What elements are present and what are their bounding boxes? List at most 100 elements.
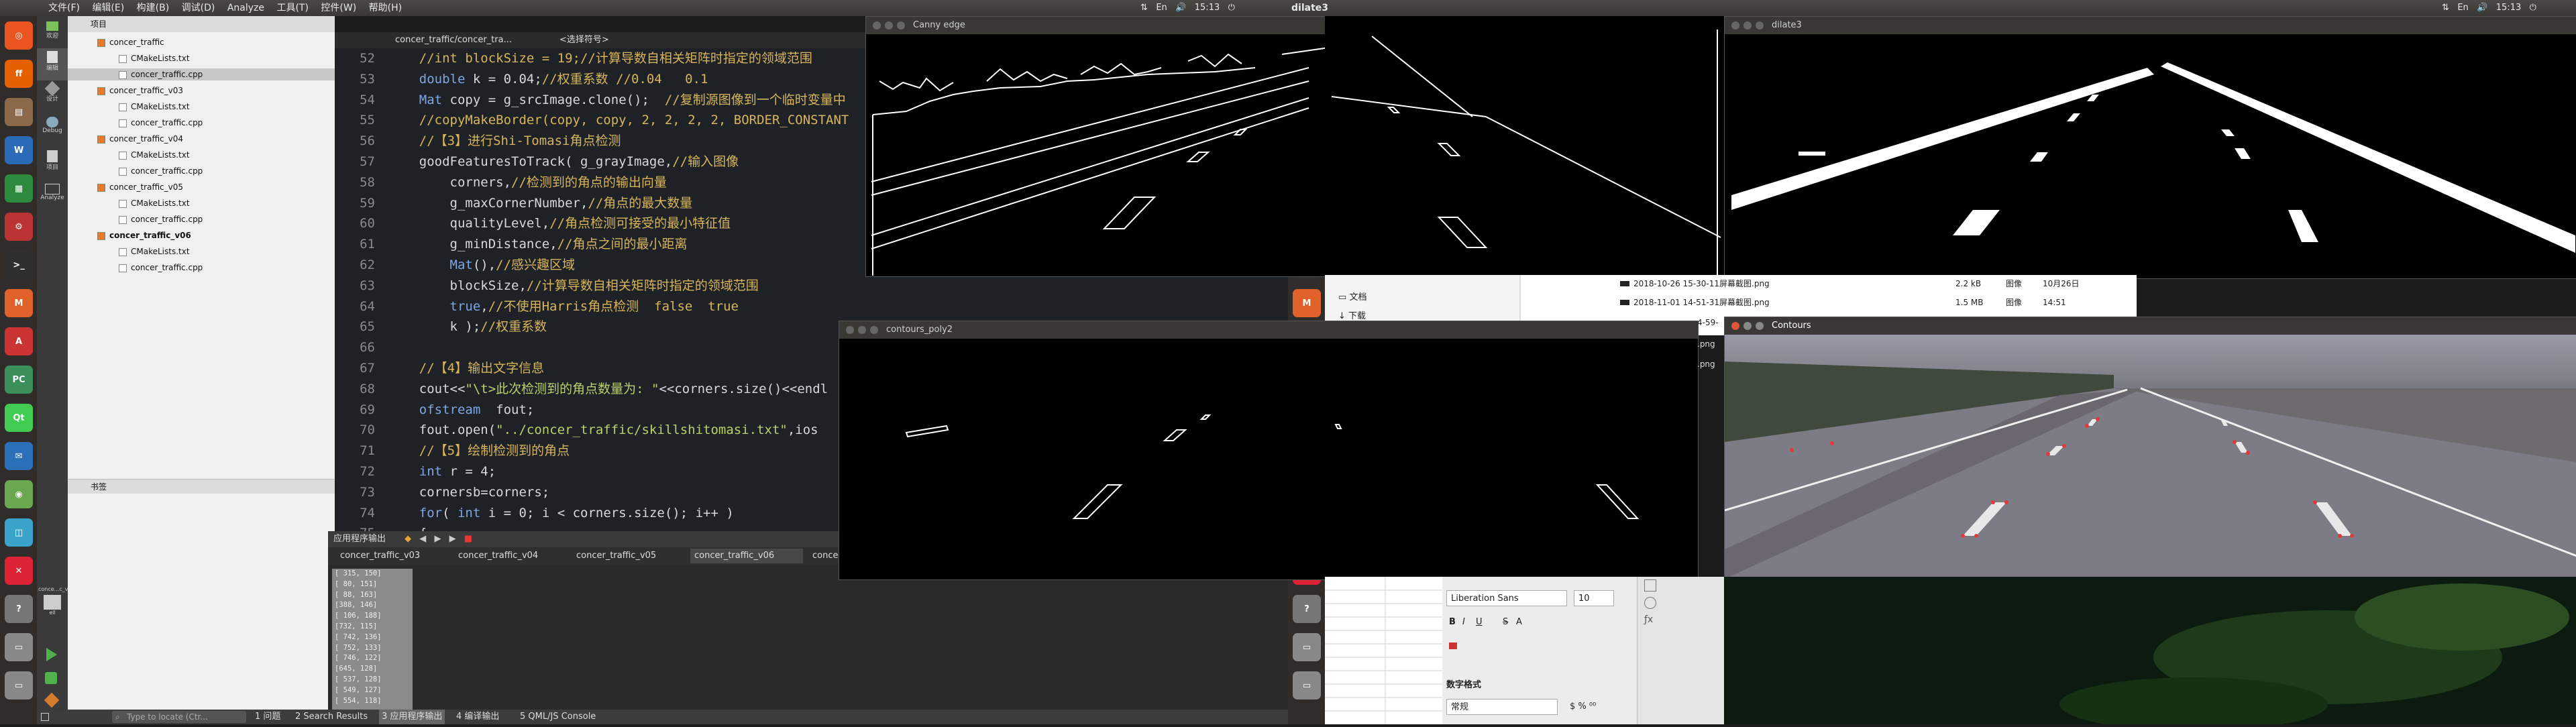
mode-design[interactable]: 设计 (37, 80, 68, 114)
files-icon[interactable]: ▤ (5, 98, 33, 126)
project-node[interactable]: concer_traffic (68, 36, 335, 48)
code-line[interactable]: 63 blockSize,//计算导数自相关矩阵时指定的领域范围 (335, 276, 1288, 296)
font-size-select[interactable]: 10 (1574, 590, 1614, 606)
window-dilate3[interactable]: dilate3 (1724, 16, 2576, 279)
output-tab[interactable]: concer_traffic_v03 (336, 549, 449, 563)
menu-help[interactable]: 帮助(H) (369, 0, 402, 16)
maximize-icon[interactable] (897, 21, 905, 30)
output-stop-icon[interactable]: ■ (464, 534, 472, 544)
help-icon[interactable]: ? (5, 595, 33, 623)
maximize-icon[interactable] (1756, 322, 1764, 330)
file-row[interactable]: 2018-11-01 14-51-31屏幕截图.png 1.5 MB 图像 14:51 (1620, 294, 2116, 311)
output-tab[interactable]: concer_traffic_v04 (454, 549, 567, 563)
bold-button[interactable]: B (1449, 617, 1456, 627)
window-titlebar[interactable]: Contours (1725, 317, 2576, 335)
keyboard-icon[interactable]: En (1156, 3, 1167, 13)
status-item[interactable]: 5 QML/JS Console (520, 710, 596, 724)
firefox-icon[interactable]: ff (5, 60, 33, 88)
keyboard-icon-2[interactable]: En (2457, 3, 2468, 13)
window-canny-edge-2[interactable] (1325, 16, 1727, 276)
debug-run-icon[interactable] (45, 672, 57, 684)
file-node[interactable]: CMakeLists.txt (68, 149, 335, 161)
styles-icon[interactable] (1644, 597, 1656, 609)
file-node[interactable]: concer_traffic.cpp (68, 262, 335, 274)
window-contours[interactable]: Contours (1724, 317, 2576, 579)
currency-button[interactable]: $ % ⁰⁰ (1570, 702, 1596, 712)
status-item[interactable]: 4 编译输出 (456, 710, 499, 724)
menu-debug[interactable]: 调试(D) (182, 0, 215, 16)
file-node[interactable]: concer_traffic.cpp (68, 165, 335, 177)
status-item[interactable]: 3 应用程序输出 (379, 710, 445, 724)
symbol-selector[interactable]: <选择符号> (559, 32, 609, 48)
writer-icon[interactable]: W (5, 136, 33, 164)
qt-icon[interactable]: Qt (5, 404, 33, 432)
minimize-icon[interactable] (1743, 322, 1752, 330)
clock[interactable]: 15:13 (1195, 3, 1220, 13)
mode-projects[interactable]: 项目 (37, 148, 68, 181)
font-name-select[interactable]: Liberation Sans (1446, 590, 1567, 606)
font-color-icon[interactable] (1449, 642, 1457, 649)
output-next-icon[interactable]: ▶ (434, 534, 441, 544)
file-node[interactable]: concer_traffic.cpp (68, 117, 335, 129)
run-target[interactable]: conce...c_v06 ell (38, 586, 75, 616)
screenshot-icon[interactable]: ◉ (5, 480, 33, 508)
menu-file[interactable]: 文件(F) (48, 0, 80, 16)
menu-widgets[interactable]: 控件(W) (321, 0, 356, 16)
window-contours-poly2[interactable]: contours_poly2 (839, 321, 1699, 580)
spreadsheet-grid[interactable] (1325, 577, 1442, 724)
output-run-icon[interactable]: ▶ (449, 534, 456, 544)
output-clear-icon[interactable]: ◆ (405, 534, 411, 544)
window-titlebar[interactable]: contours_poly2 (839, 321, 1698, 339)
mode-welcome[interactable]: 欢迎 (37, 16, 68, 48)
maximize-icon[interactable] (1756, 21, 1764, 30)
window-titlebar[interactable]: Canny edge (866, 17, 1336, 34)
editor-file-tab[interactable]: concer_traffic/concer_tra... (395, 32, 512, 48)
minimize-icon[interactable] (1743, 21, 1752, 30)
software-icon[interactable]: A (5, 327, 33, 355)
build-icon[interactable] (44, 692, 60, 708)
number-format-select[interactable]: 常规 (1446, 699, 1558, 715)
power-icon[interactable]: ⏻ (1228, 3, 1235, 13)
shadow-button[interactable]: A (1516, 617, 1522, 627)
drive-icon[interactable]: ▭ (5, 633, 33, 661)
thunderbird-icon[interactable]: ✉ (5, 442, 33, 470)
status-item[interactable]: 2 Search Results (295, 710, 368, 724)
dash-icon[interactable]: ◎ (5, 21, 33, 50)
file-node[interactable]: CMakeLists.txt (68, 52, 335, 64)
status-item[interactable]: 1 问题 (255, 710, 280, 724)
locate-input[interactable]: ⌕ Type to locate (Ctr... (112, 711, 246, 723)
xmind-icon[interactable]: ✕ (5, 557, 33, 585)
maximize-icon[interactable] (870, 326, 878, 334)
volume-icon[interactable]: 🔊 (1175, 3, 1186, 13)
network-icon-2[interactable]: ⇅ (2442, 3, 2449, 13)
file-node[interactable]: CMakeLists.txt (68, 245, 335, 258)
underline-button[interactable]: U (1476, 617, 1483, 627)
output-tab[interactable]: concer_traffic_v06 (690, 549, 803, 563)
pycharm-icon[interactable]: PC (5, 366, 33, 394)
power-icon-2[interactable]: ⏻ (2530, 3, 2536, 13)
close-icon[interactable] (846, 326, 854, 334)
network-icon[interactable]: ⇅ (1140, 3, 1148, 13)
functions-icon[interactable]: ƒx (1644, 614, 1653, 625)
file-row[interactable]: 2018-10-26 15-30-11屏幕截图.png 2.2 kB 图像 10月26… (1620, 275, 2116, 292)
italic-button[interactable]: I (1462, 617, 1465, 627)
file-node[interactable]: CMakeLists.txt (68, 101, 335, 113)
file-node[interactable]: concer_traffic.cpp (68, 213, 335, 225)
mode-debug[interactable]: Debug (37, 114, 68, 148)
file-node[interactable]: CMakeLists.txt (68, 197, 335, 209)
drive-icon[interactable]: ▭ (1293, 633, 1321, 661)
minimize-icon[interactable] (885, 21, 893, 30)
settings-icon[interactable]: ⚙ (5, 213, 33, 241)
mode-edit[interactable]: 编辑 (37, 48, 68, 80)
terminal-icon[interactable]: >_ (5, 251, 33, 279)
number-format-section[interactable]: 数字格式 (1446, 677, 1481, 690)
close-icon[interactable] (873, 21, 881, 30)
sidebar-downloads[interactable]: ↓ 下载 (1338, 309, 1366, 321)
file-node[interactable]: concer_traffic.cpp (68, 68, 335, 80)
strikethrough-button[interactable]: S (1503, 617, 1508, 627)
output-tab[interactable]: concer_traffic_v05 (572, 549, 685, 563)
close-icon[interactable] (1731, 21, 1739, 30)
window-canny-edge[interactable]: Canny edge (865, 16, 1336, 277)
matlab-icon[interactable]: M (1293, 289, 1321, 317)
project-node[interactable]: concer_traffic_v03 (68, 85, 335, 97)
